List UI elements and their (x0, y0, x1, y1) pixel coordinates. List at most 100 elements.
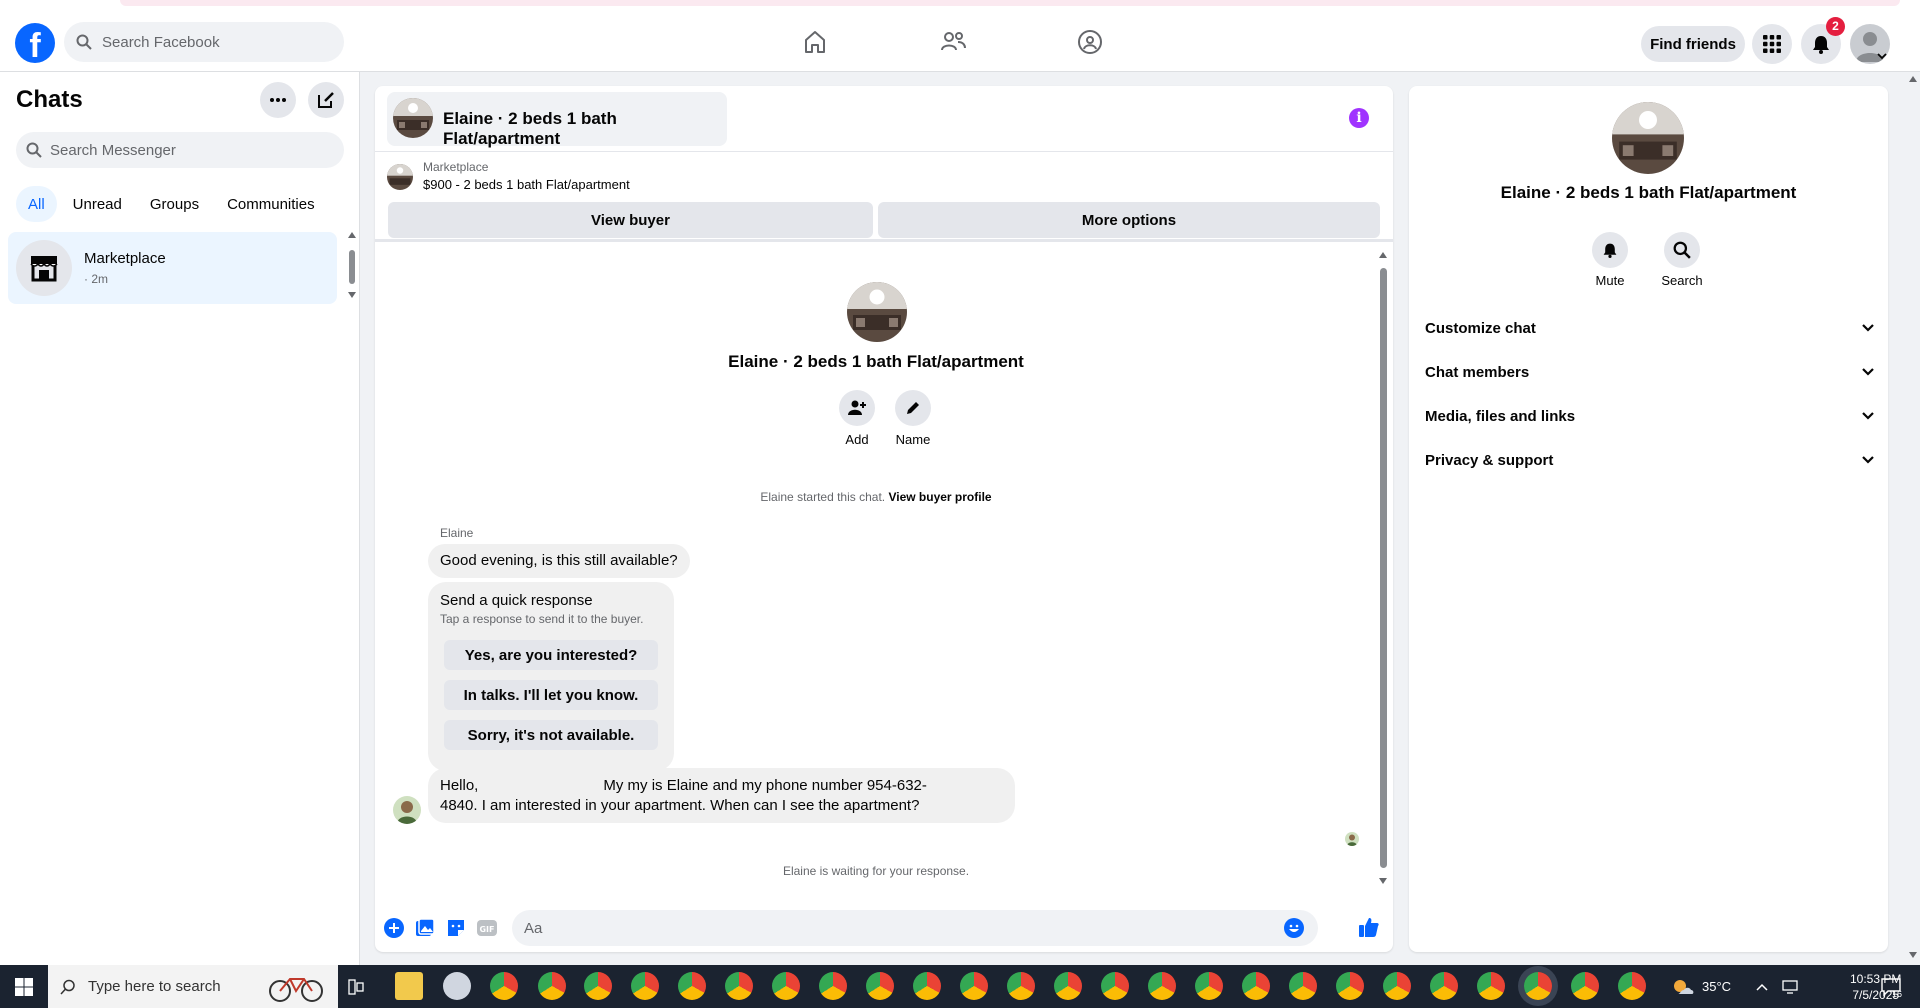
chat-members-section[interactable]: Chat members (1425, 352, 1875, 392)
chats-sidebar: Chats All Unread Groups Communities Mark… (0, 72, 360, 965)
conversation-title: Elaine · 2 beds 1 bath Flat/apartment (443, 109, 617, 148)
home-icon[interactable] (799, 26, 831, 58)
search-icon (60, 979, 75, 995)
groups-icon[interactable] (1074, 26, 1106, 58)
file-explorer-icon[interactable] (395, 972, 423, 1000)
chrome-icon[interactable] (819, 972, 847, 1000)
conversation-title-button[interactable]: Elaine · 2 beds 1 bath Flat/apartment (387, 92, 727, 148)
chrome-icon[interactable] (1289, 972, 1317, 1000)
chrome-icon[interactable] (1383, 972, 1411, 1000)
chrome-icon[interactable] (1195, 972, 1223, 1000)
chrome-icon[interactable] (490, 972, 518, 1000)
edit-name-icon[interactable] (895, 390, 931, 426)
view-buyer-button[interactable]: View buyer (388, 202, 873, 238)
photo-icon[interactable] (415, 918, 435, 938)
details-avatar (1612, 102, 1684, 174)
listing-thumbnail (393, 98, 433, 138)
chrome-icon[interactable] (772, 972, 800, 1000)
temperature: 35°C (1702, 979, 1732, 994)
chrome-icon[interactable] (1430, 972, 1458, 1000)
new-message-icon[interactable] (308, 82, 344, 118)
account-chevron-icon[interactable] (1877, 52, 1887, 60)
chrome-icon[interactable] (631, 972, 659, 1000)
svg-text:GIF: GIF (479, 925, 494, 934)
chrome-icon[interactable] (1242, 972, 1270, 1000)
chrome-icon[interactable] (678, 972, 706, 1000)
view-buyer-profile-link[interactable]: View buyer profile (888, 490, 991, 504)
chat-item-marketplace[interactable]: Marketplace · 2m (8, 232, 337, 304)
chrome-icon[interactable] (1477, 972, 1505, 1000)
search-icon[interactable] (1664, 232, 1700, 268)
chrome-icon[interactable] (1336, 972, 1364, 1000)
sticker-icon[interactable] (446, 918, 466, 938)
chrome-icon[interactable] (960, 972, 988, 1000)
network-icon[interactable] (1782, 965, 1800, 1008)
find-friends-button[interactable]: Find friends (1641, 26, 1745, 62)
conversation-scrollbar[interactable] (1376, 252, 1390, 884)
windows-taskbar: 35°C 10:53 PM 7/5/2025 16 (0, 965, 1920, 1008)
emoji-icon[interactable] (1284, 918, 1304, 938)
add-person-icon[interactable] (839, 390, 875, 426)
filter-groups[interactable]: Groups (138, 186, 211, 222)
messenger-search-input[interactable] (50, 141, 330, 159)
taskbar-search-box[interactable] (48, 965, 338, 1008)
chrome-icon[interactable] (1618, 972, 1646, 1000)
conversation-panel: Elaine · 2 beds 1 bath Flat/apartment i … (375, 86, 1393, 952)
quick-reply-button[interactable]: Yes, are you interested? (444, 640, 658, 670)
messenger-search-box[interactable] (16, 132, 344, 168)
media-files-links-section[interactable]: Media, files and links (1425, 396, 1875, 436)
facebook-search-box[interactable] (64, 22, 344, 62)
quick-reply-button[interactable]: In talks. I'll let you know. (444, 680, 658, 710)
mute-bell-icon[interactable] (1592, 232, 1628, 268)
chrome-icon-active[interactable] (1524, 972, 1552, 1000)
taskbar-search-input[interactable] (88, 978, 268, 995)
notification-center-icon[interactable]: 16 (1880, 965, 1902, 1008)
filter-communities[interactable]: Communities (215, 186, 327, 222)
chat-list-scrollbar[interactable] (346, 232, 358, 298)
quick-reply-button[interactable]: Sorry, it's not available. (444, 720, 658, 750)
info-icon[interactable]: i (1349, 108, 1369, 128)
task-view-icon[interactable] (348, 965, 372, 1008)
more-options-button[interactable]: More options (878, 202, 1380, 238)
gif-icon[interactable]: GIF (477, 918, 497, 938)
chrome-icon[interactable] (1101, 972, 1129, 1000)
facebook-search-input[interactable] (102, 33, 322, 51)
chrome-icon[interactable] (1571, 972, 1599, 1000)
message-input[interactable] (524, 919, 1264, 937)
filter-all[interactable]: All (16, 186, 57, 222)
chrome-icon[interactable] (725, 972, 753, 1000)
windows-start-icon[interactable] (0, 965, 48, 1008)
message-line: Hello, My my is Elaine and my phone numb… (440, 777, 927, 794)
menu-grid-icon[interactable] (1752, 24, 1792, 64)
message-input-box[interactable] (512, 910, 1318, 946)
facebook-header: f Find friends 2 (0, 10, 1920, 72)
chevron-up-icon[interactable] (1756, 965, 1768, 1008)
listing-price-title[interactable]: $900 - 2 beds 1 bath Flat/apartment (423, 177, 630, 192)
chrome-icon[interactable] (913, 972, 941, 1000)
chrome-icon[interactable] (1007, 972, 1035, 1000)
customize-chat-section[interactable]: Customize chat (1425, 308, 1875, 348)
chat-item-name: Marketplace (84, 250, 166, 267)
chrome-icon[interactable] (1054, 972, 1082, 1000)
chat-details-panel: Elaine · 2 beds 1 bath Flat/apartment Mu… (1409, 86, 1888, 952)
app-icon[interactable] (443, 972, 471, 1000)
page-scrollbar[interactable] (1906, 72, 1920, 965)
message-bubble: Good evening, is this still available? (428, 544, 690, 578)
facebook-logo[interactable]: f (15, 23, 55, 63)
quick-response-subtitle: Tap a response to send it to the buyer. (440, 612, 644, 626)
weather-icon[interactable] (1672, 965, 1698, 1008)
sender-avatar[interactable] (393, 796, 421, 824)
filter-unread[interactable]: Unread (61, 186, 134, 222)
marketplace-store-icon (16, 240, 72, 296)
chat-item-time: · 2m (84, 272, 108, 286)
chrome-icon[interactable] (584, 972, 612, 1000)
more-options-icon[interactable] (260, 82, 296, 118)
chrome-icon[interactable] (1148, 972, 1176, 1000)
like-thumb-icon[interactable] (1358, 916, 1380, 938)
friends-icon[interactable] (937, 26, 969, 58)
chrome-icon[interactable] (538, 972, 566, 1000)
privacy-support-section[interactable]: Privacy & support (1425, 440, 1875, 480)
plus-circle-icon[interactable] (384, 918, 404, 938)
chats-title: Chats (16, 86, 83, 113)
chrome-icon[interactable] (866, 972, 894, 1000)
